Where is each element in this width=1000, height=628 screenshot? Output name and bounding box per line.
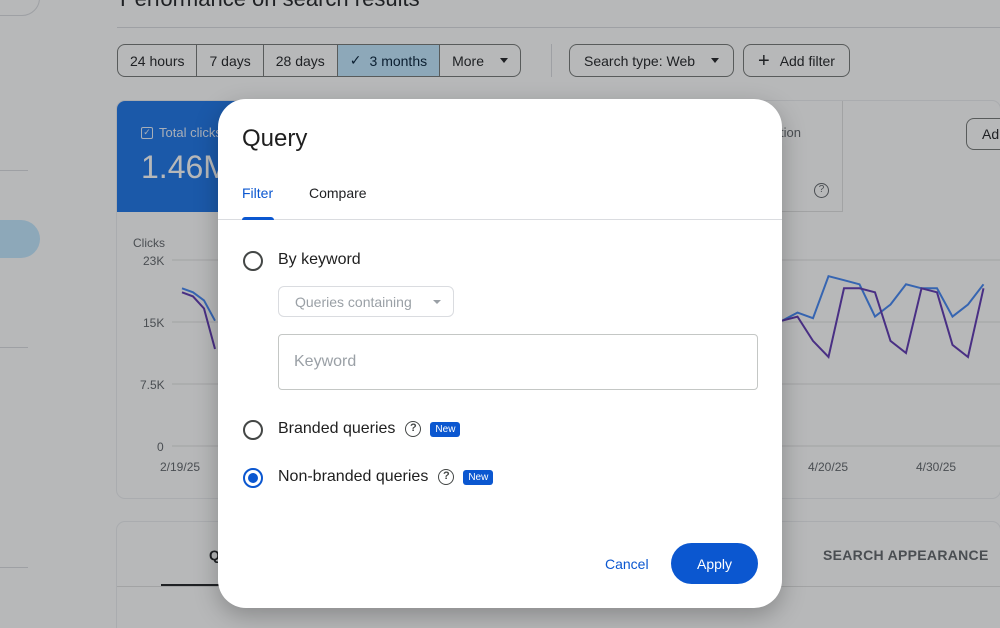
caret-down-icon	[433, 300, 441, 304]
help-icon[interactable]: ?	[438, 469, 455, 485]
queries-containing-select: Queries containing	[278, 286, 454, 317]
new-badge: New	[430, 421, 461, 437]
query-filter-dialog: Query Filter Compare By keyword Queries …	[218, 99, 782, 608]
tab-active-indicator	[242, 217, 274, 220]
option-by-keyword[interactable]: By keyword	[278, 251, 361, 269]
radio-non-branded[interactable]	[243, 468, 263, 488]
cancel-button[interactable]: Cancel	[590, 545, 664, 583]
help-icon[interactable]: ?	[405, 421, 422, 437]
radio-branded[interactable]	[243, 420, 263, 440]
option-label: By keyword	[278, 251, 361, 268]
new-badge: New	[463, 469, 494, 485]
dialog-tabs: Filter Compare	[218, 185, 782, 220]
option-label: Branded queries	[278, 420, 396, 437]
select-value: Queries containing	[295, 294, 412, 310]
apply-button[interactable]: Apply	[671, 543, 758, 584]
option-label: Non-branded queries	[278, 468, 429, 485]
radio-by-keyword[interactable]	[243, 251, 263, 271]
keyword-input[interactable]	[278, 334, 758, 390]
tab-filter[interactable]: Filter	[242, 185, 273, 201]
option-branded[interactable]: Branded queries ? New	[278, 420, 461, 438]
option-non-branded[interactable]: Non-branded queries ? New	[278, 468, 494, 486]
tab-compare[interactable]: Compare	[309, 185, 367, 201]
dialog-title: Query	[242, 125, 308, 152]
